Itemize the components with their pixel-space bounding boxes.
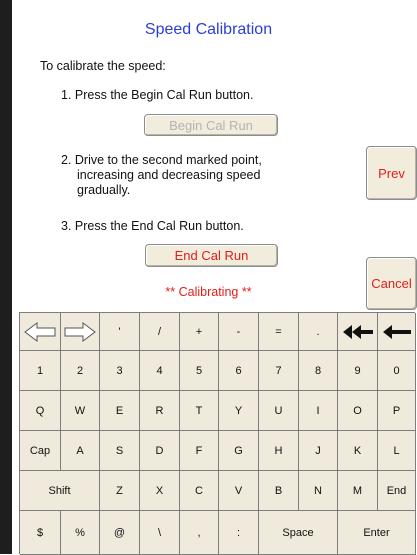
on-screen-keyboard: ' / + - = . 1 2 3 4 5 6 7 8 9 0 Q W E R … — [19, 312, 416, 555]
begin-cal-run-button[interactable]: Begin Cal Run — [144, 114, 278, 136]
key[interactable]: 1 — [20, 351, 61, 391]
key[interactable]: X — [140, 471, 180, 511]
key[interactable]: = — [259, 313, 299, 351]
key[interactable]: 9 — [338, 351, 378, 391]
key[interactable]: $ — [20, 511, 61, 555]
key[interactable]: U — [259, 391, 299, 431]
key[interactable]: S — [100, 431, 140, 471]
step-3-text: 3. Press the End Cal Run button. — [61, 219, 244, 233]
key[interactable]: 2 — [61, 351, 100, 391]
step-2-text-line3: gradually. — [77, 183, 131, 197]
key[interactable]: : — [219, 511, 259, 555]
prev-button[interactable]: Prev — [366, 146, 417, 200]
key[interactable]: / — [140, 313, 180, 351]
key[interactable]: T — [180, 391, 219, 431]
key[interactable]: M — [338, 471, 378, 511]
key[interactable]: R — [140, 391, 180, 431]
key[interactable]: D — [140, 431, 180, 471]
key[interactable]: Q — [20, 391, 61, 431]
key[interactable]: V — [219, 471, 259, 511]
key[interactable]: G — [219, 431, 259, 471]
key[interactable]: C — [180, 471, 219, 511]
key[interactable]: 3 — [100, 351, 140, 391]
key[interactable]: Y — [219, 391, 259, 431]
key[interactable]: 8 — [299, 351, 338, 391]
key[interactable]: I — [299, 391, 338, 431]
key[interactable]: E — [100, 391, 140, 431]
key[interactable]: 0 — [378, 351, 416, 391]
key[interactable]: 5 — [180, 351, 219, 391]
end-cal-run-button[interactable]: End Cal Run — [145, 244, 278, 267]
key-shift[interactable]: Shift — [20, 471, 100, 511]
key[interactable]: . — [299, 313, 338, 351]
key-space[interactable]: Space — [259, 511, 338, 555]
key[interactable]: 7 — [259, 351, 299, 391]
key-enter[interactable]: Enter — [338, 511, 416, 555]
key[interactable]: 4 — [140, 351, 180, 391]
key-right-arrow[interactable] — [61, 313, 100, 351]
key[interactable]: 6 — [219, 351, 259, 391]
key[interactable]: L — [378, 431, 416, 471]
step-2-text-line2: increasing and decreasing speed — [77, 168, 261, 182]
key[interactable]: H — [259, 431, 299, 471]
step-2-text: 2. Drive to the second marked point, — [61, 153, 262, 167]
key[interactable]: \ — [140, 511, 180, 555]
key[interactable]: K — [338, 431, 378, 471]
step-1-text: 1. Press the Begin Cal Run button. — [61, 88, 254, 102]
backspace-icon — [381, 324, 413, 340]
key[interactable]: + — [180, 313, 219, 351]
key-backspace[interactable] — [378, 313, 416, 351]
key[interactable]: @ — [100, 511, 140, 555]
right-arrow-icon — [63, 321, 97, 343]
page-title: Speed Calibration — [144, 21, 273, 38]
cancel-button[interactable]: Cancel — [366, 257, 417, 310]
key-end[interactable]: End — [378, 471, 416, 511]
key-double-backspace[interactable] — [338, 313, 378, 351]
key[interactable]: N — [299, 471, 338, 511]
key[interactable]: % — [61, 511, 100, 555]
intro-text: To calibrate the speed: — [40, 59, 166, 73]
key[interactable]: P — [378, 391, 416, 431]
key[interactable]: B — [259, 471, 299, 511]
key[interactable]: W — [61, 391, 100, 431]
key[interactable]: Z — [100, 471, 140, 511]
key-caps[interactable]: Cap — [20, 431, 61, 471]
key[interactable]: A — [61, 431, 100, 471]
double-backspace-icon — [341, 324, 375, 340]
key[interactable]: J — [299, 431, 338, 471]
key-left-arrow[interactable] — [20, 313, 61, 351]
window-frame-left — [0, 0, 12, 554]
key[interactable]: F — [180, 431, 219, 471]
key[interactable]: O — [338, 391, 378, 431]
calibrating-status: ** Calibrating ** — [165, 285, 252, 299]
key[interactable]: - — [219, 313, 259, 351]
key[interactable]: ' — [100, 313, 140, 351]
key[interactable]: , — [180, 511, 219, 555]
left-arrow-icon — [23, 321, 57, 343]
